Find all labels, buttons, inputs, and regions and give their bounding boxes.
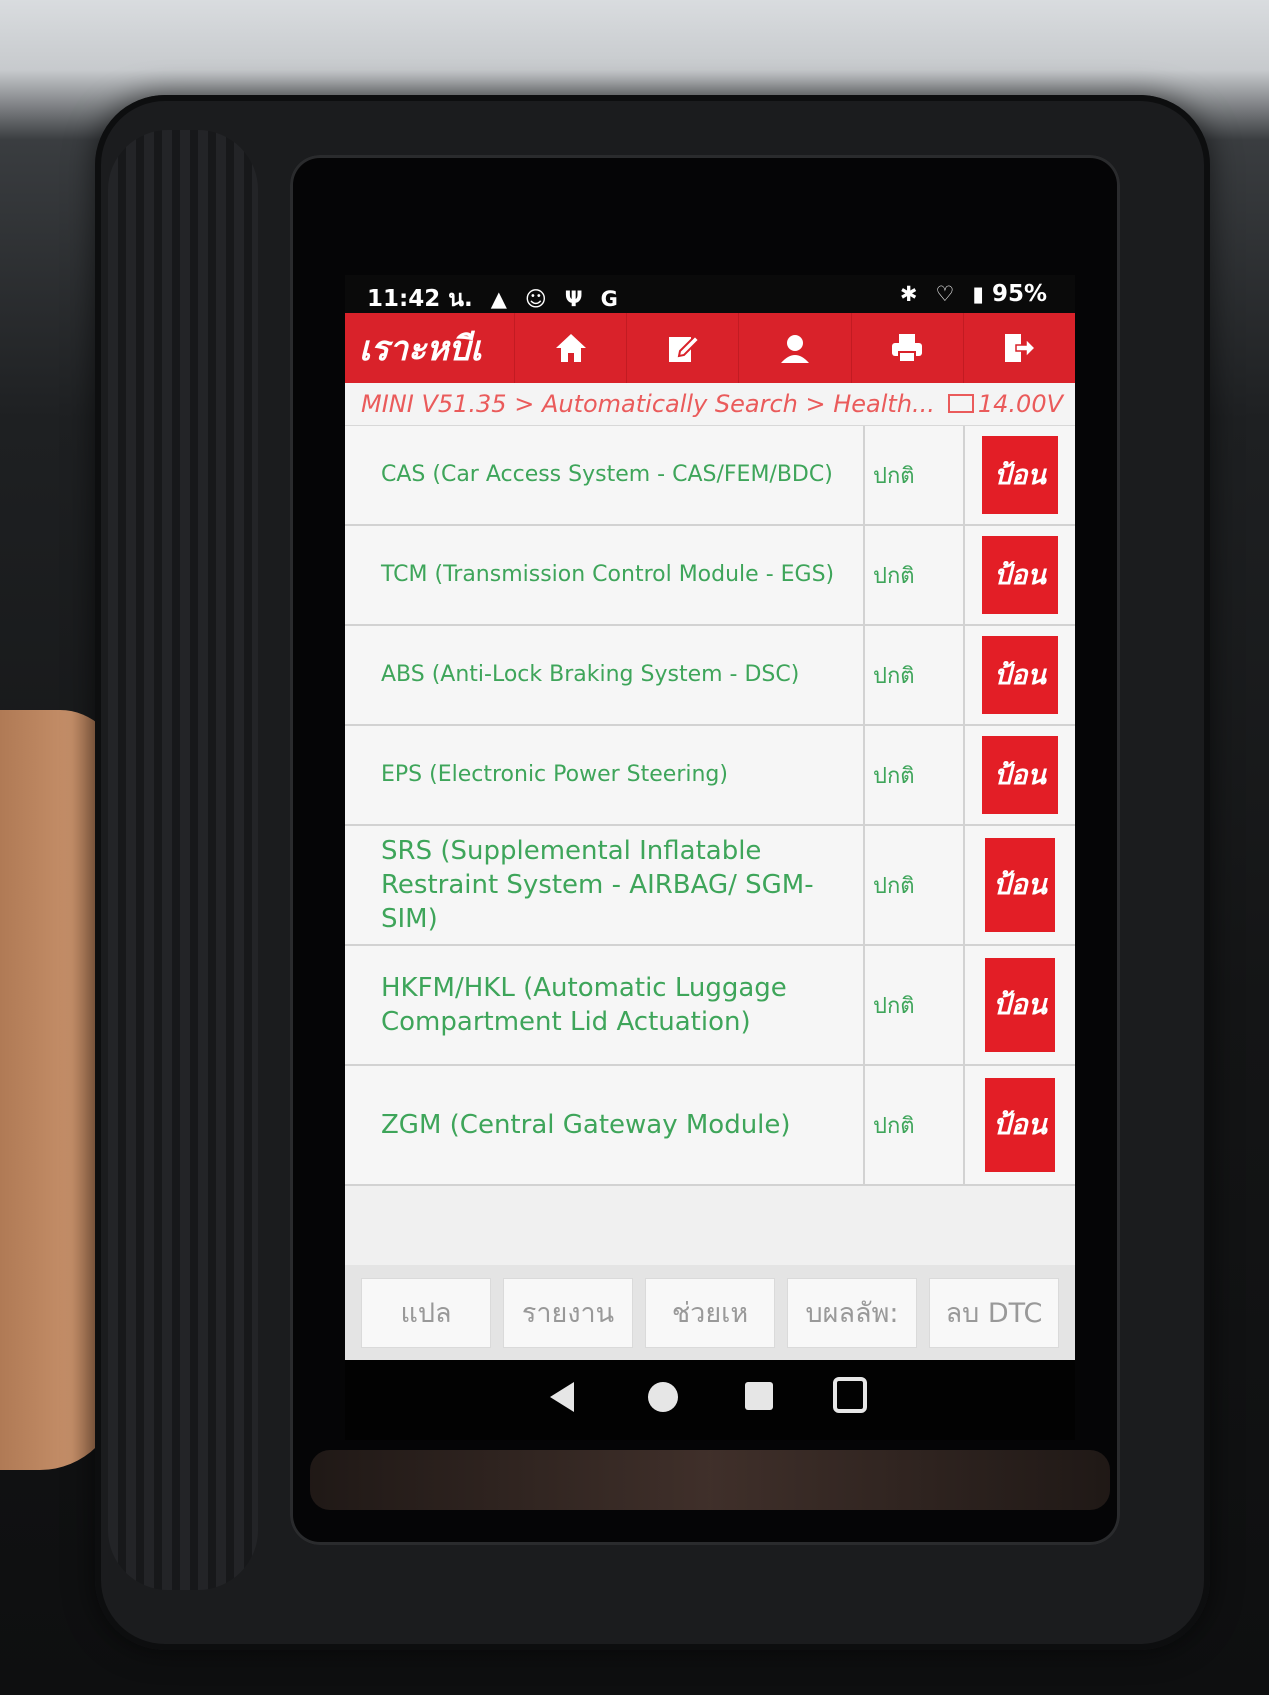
enter-button[interactable]: ป้อน	[985, 838, 1055, 932]
system-name: SRS (Supplemental Inflatable Restraint S…	[345, 826, 865, 944]
system-name: TCM (Transmission Control Module - EGS)	[345, 526, 865, 624]
user-icon	[781, 335, 809, 363]
translate-button[interactable]: แปล	[361, 1277, 491, 1348]
user-button[interactable]	[738, 313, 850, 383]
breadcrumb: MINI V51.35 > Automatically Search > Hea…	[345, 383, 1075, 426]
list-item: ABS (Anti-Lock Braking System - DSC) ปกต…	[345, 626, 1075, 726]
help-button[interactable]: ช่วยเห	[645, 1277, 775, 1348]
exit-button[interactable]	[962, 313, 1075, 383]
face-icon: ☺	[524, 287, 547, 311]
wifi-icon: ♡	[935, 282, 955, 306]
home-icon	[555, 334, 586, 362]
usb-icon: Ψ	[564, 287, 583, 311]
voltage-readout: 14.00V	[947, 390, 1063, 418]
system-status: ปกติ	[865, 726, 965, 824]
system-status: ปกติ	[865, 426, 965, 524]
exit-icon	[1005, 334, 1037, 362]
rubber-grip	[108, 130, 258, 1590]
report-button[interactable]: รายงาน	[503, 1277, 633, 1348]
enter-button[interactable]: ป้อน	[985, 958, 1055, 1052]
warning-icon: ▲	[490, 287, 507, 311]
system-status: ปกติ	[865, 1066, 965, 1184]
print-icon	[892, 334, 923, 363]
status-bar: 11:42 น. ▲ ☺ Ψ G ✱ ♡ ▮ 95%	[345, 275, 1075, 313]
results-button[interactable]: บผลลัพ:	[787, 1277, 917, 1348]
enter-button[interactable]: ป้อน	[982, 636, 1058, 714]
list-item: ZGM (Central Gateway Module) ปกติ ป้อน	[345, 1066, 1075, 1186]
enter-button[interactable]: ป้อน	[982, 436, 1058, 514]
about-button[interactable]: เราะหบีเ	[345, 321, 514, 375]
bluetooth-icon: ✱	[899, 282, 918, 306]
back-icon[interactable]	[550, 1382, 574, 1412]
system-status: ปกติ	[865, 826, 965, 944]
list-item: SRS (Supplemental Inflatable Restraint S…	[345, 826, 1075, 946]
list-item: CAS (Car Access System - CAS/FEM/BDC) ปก…	[345, 426, 1075, 526]
print-button[interactable]	[850, 313, 963, 383]
list-item: HKFM/HKL (Automatic Luggage Compartment …	[345, 946, 1075, 1066]
enter-button[interactable]: ป้อน	[982, 736, 1058, 814]
system-name: ZGM (Central Gateway Module)	[345, 1066, 865, 1184]
enter-button[interactable]: ป้อน	[982, 536, 1058, 614]
system-name: ABS (Anti-Lock Braking System - DSC)	[345, 626, 865, 724]
system-status: ปกติ	[865, 946, 965, 1064]
vci-icon[interactable]	[833, 1377, 867, 1413]
car-battery-icon	[947, 394, 974, 413]
battery-icon: ▮	[972, 282, 984, 306]
recent-apps-icon[interactable]	[745, 1382, 773, 1410]
system-status: ปกติ	[865, 626, 965, 724]
system-name: CAS (Car Access System - CAS/FEM/BDC)	[345, 426, 865, 524]
top-toolbar: เราะหบีเ	[345, 313, 1075, 383]
clear-dtc-button[interactable]: ลบ DTC	[929, 1277, 1059, 1348]
home-button[interactable]	[514, 313, 626, 383]
android-nav-bar	[345, 1360, 1075, 1440]
enter-button[interactable]: ป้อน	[985, 1078, 1055, 1172]
home-circle-icon[interactable]	[648, 1382, 678, 1412]
system-status: ปกติ	[865, 526, 965, 624]
bottom-action-bar: แปล รายงาน ช่วยเห บผลลัพ: ลบ DTC	[345, 1265, 1075, 1360]
edit-button[interactable]	[626, 313, 738, 383]
system-name: HKFM/HKL (Automatic Luggage Compartment …	[345, 946, 865, 1064]
list-item: EPS (Electronic Power Steering) ปกติ ป้อ…	[345, 726, 1075, 826]
edit-icon	[668, 334, 700, 362]
g-icon: G	[600, 287, 618, 311]
battery-percent: 95%	[991, 281, 1047, 307]
breadcrumb-path: MINI V51.35 > Automatically Search > Hea…	[361, 390, 935, 418]
system-list: CAS (Car Access System - CAS/FEM/BDC) ปก…	[345, 426, 1075, 1186]
screen: 11:42 น. ▲ ☺ Ψ G ✱ ♡ ▮ 95% เราะหบีเ MINI…	[345, 275, 1075, 1360]
clock: 11:42 น.	[367, 286, 473, 312]
system-name: EPS (Electronic Power Steering)	[345, 726, 865, 824]
bezel-reflection	[310, 1450, 1110, 1510]
list-item: TCM (Transmission Control Module - EGS) …	[345, 526, 1075, 626]
